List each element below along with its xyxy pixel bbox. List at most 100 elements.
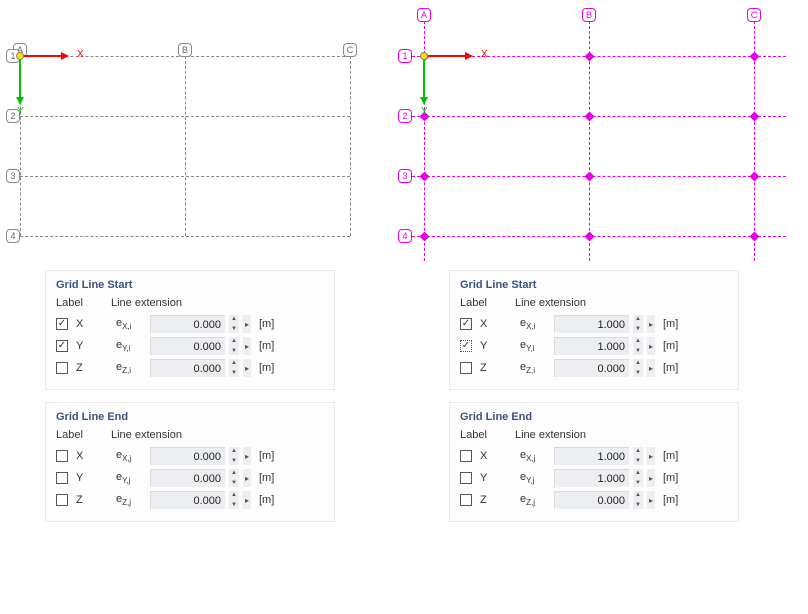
value-input[interactable]: 1.000 bbox=[554, 469, 629, 487]
spinner-buttons[interactable]: ▲▼ bbox=[633, 337, 643, 355]
chevron-up-icon: ▲ bbox=[635, 448, 643, 454]
value-input[interactable]: 0.000 bbox=[150, 447, 225, 465]
grid-row bbox=[412, 116, 786, 117]
chevron-up-icon: ▲ bbox=[635, 316, 643, 322]
checkbox[interactable] bbox=[460, 450, 472, 462]
grid-row bbox=[412, 56, 786, 57]
chevron-down-icon: ▼ bbox=[635, 458, 643, 464]
spinner-buttons[interactable]: ▲▼ bbox=[633, 359, 643, 377]
chevron-up-icon: ▲ bbox=[231, 360, 239, 366]
grid-row bbox=[20, 176, 350, 177]
grid-row bbox=[20, 56, 350, 57]
slider-button[interactable]: ▸ bbox=[243, 315, 251, 333]
grid-row-label: 1 bbox=[6, 49, 20, 63]
value-input[interactable]: 0.000 bbox=[150, 337, 225, 355]
grid-node-icon bbox=[420, 52, 430, 62]
checkbox[interactable] bbox=[56, 450, 68, 462]
spinner-buttons[interactable]: ▲▼ bbox=[633, 447, 643, 465]
spinner-buttons[interactable]: ▲▼ bbox=[633, 491, 643, 509]
slider-button[interactable]: ▸ bbox=[243, 337, 251, 355]
chevron-down-icon: ▼ bbox=[231, 348, 239, 354]
chevron-up-icon: ▲ bbox=[231, 470, 239, 476]
value-input[interactable]: 0.000 bbox=[150, 315, 225, 333]
slider-button[interactable]: ▸ bbox=[647, 359, 655, 377]
column-headers: LabelLine extension bbox=[56, 429, 324, 441]
slider-button[interactable]: ▸ bbox=[243, 447, 251, 465]
slider-button[interactable]: ▸ bbox=[647, 469, 655, 487]
grid-node-icon bbox=[750, 112, 760, 122]
unit-label: [m] bbox=[259, 450, 274, 462]
value-input[interactable]: 0.000 bbox=[554, 491, 629, 509]
spinner-buttons[interactable]: ▲▼ bbox=[229, 315, 239, 333]
value-input[interactable]: 0.000 bbox=[150, 359, 225, 377]
checkbox[interactable] bbox=[460, 472, 472, 484]
grid-column bbox=[185, 56, 186, 236]
column-headers: LabelLine extension bbox=[56, 297, 324, 309]
panel-title: Grid Line Start bbox=[56, 279, 324, 291]
param-symbol: eZ,i bbox=[116, 361, 146, 375]
slider-button[interactable]: ▸ bbox=[243, 469, 251, 487]
grid-node-icon bbox=[420, 232, 430, 242]
param-row: ZeZ,j0.000▲▼▸[m] bbox=[460, 489, 728, 511]
param-row: ✓XeX,i0.000▲▼▸[m] bbox=[56, 313, 324, 335]
checkbox[interactable]: ✓ bbox=[56, 340, 68, 352]
checkbox[interactable]: ✓ bbox=[460, 318, 472, 330]
chevron-up-icon: ▲ bbox=[635, 360, 643, 366]
unit-label: [m] bbox=[663, 472, 678, 484]
slider-button[interactable]: ▸ bbox=[243, 359, 251, 377]
chevron-down-icon: ▼ bbox=[635, 326, 643, 332]
grid-view-right: ABC1234 X Y bbox=[404, 20, 808, 255]
right-side: ABC1234 X Y Grid Line StartLabelLine ext… bbox=[404, 0, 808, 614]
slider-button[interactable]: ▸ bbox=[243, 491, 251, 509]
column-headers: LabelLine extension bbox=[460, 429, 728, 441]
checkbox[interactable] bbox=[460, 494, 472, 506]
grid-column-label: B bbox=[178, 43, 192, 57]
spinner-buttons[interactable]: ▲▼ bbox=[229, 359, 239, 377]
checkbox[interactable] bbox=[460, 362, 472, 374]
checkbox[interactable]: ✓ bbox=[460, 340, 472, 352]
slider-button[interactable]: ▸ bbox=[647, 447, 655, 465]
spinner-buttons[interactable]: ▲▼ bbox=[229, 491, 239, 509]
unit-label: [m] bbox=[259, 472, 274, 484]
column-headers: LabelLine extension bbox=[460, 297, 728, 309]
grid-column-label: C bbox=[343, 43, 357, 57]
slider-button[interactable]: ▸ bbox=[647, 315, 655, 333]
grid-row-label: 1 bbox=[398, 49, 412, 63]
param-symbol: eX,i bbox=[520, 317, 550, 331]
spinner-buttons[interactable]: ▲▼ bbox=[229, 469, 239, 487]
slider-button[interactable]: ▸ bbox=[647, 337, 655, 355]
chevron-up-icon: ▲ bbox=[635, 338, 643, 344]
param-row: ✓YeY,i0.000▲▼▸[m] bbox=[56, 335, 324, 357]
checkbox[interactable]: ✓ bbox=[56, 318, 68, 330]
value-input[interactable]: 1.000 bbox=[554, 315, 629, 333]
spinner-buttons[interactable]: ▲▼ bbox=[229, 337, 239, 355]
value-input[interactable]: 1.000 bbox=[554, 337, 629, 355]
checkbox[interactable] bbox=[56, 472, 68, 484]
checkbox[interactable] bbox=[56, 362, 68, 374]
slider-button[interactable]: ▸ bbox=[647, 491, 655, 509]
checkbox[interactable] bbox=[56, 494, 68, 506]
grid-column bbox=[350, 56, 351, 236]
value-input[interactable]: 0.000 bbox=[150, 469, 225, 487]
param-row: YeY,j1.000▲▼▸[m] bbox=[460, 467, 728, 489]
grid-row-label: 3 bbox=[398, 169, 412, 183]
param-symbol: eY,j bbox=[520, 471, 550, 485]
chevron-up-icon: ▲ bbox=[635, 492, 643, 498]
spinner-buttons[interactable]: ▲▼ bbox=[633, 315, 643, 333]
spinner-buttons[interactable]: ▲▼ bbox=[229, 447, 239, 465]
axis-label: X bbox=[76, 318, 112, 330]
value-input[interactable]: 0.000 bbox=[150, 491, 225, 509]
grid-node-icon bbox=[585, 112, 595, 122]
unit-label: [m] bbox=[663, 362, 678, 374]
axis-label: Z bbox=[480, 494, 516, 506]
param-row: ✓YeY,i1.000▲▼▸[m] bbox=[460, 335, 728, 357]
grid-row-label: 2 bbox=[6, 109, 20, 123]
param-row: XeX,j1.000▲▼▸[m] bbox=[460, 445, 728, 467]
grid-node-icon bbox=[750, 232, 760, 242]
spinner-buttons[interactable]: ▲▼ bbox=[633, 469, 643, 487]
grid-row bbox=[412, 176, 786, 177]
left-side: ABC1234 X Y Grid Line StartLabelLine ext… bbox=[0, 0, 404, 614]
value-input[interactable]: 0.000 bbox=[554, 359, 629, 377]
value-input[interactable]: 1.000 bbox=[554, 447, 629, 465]
grid-row-label: 4 bbox=[398, 229, 412, 243]
